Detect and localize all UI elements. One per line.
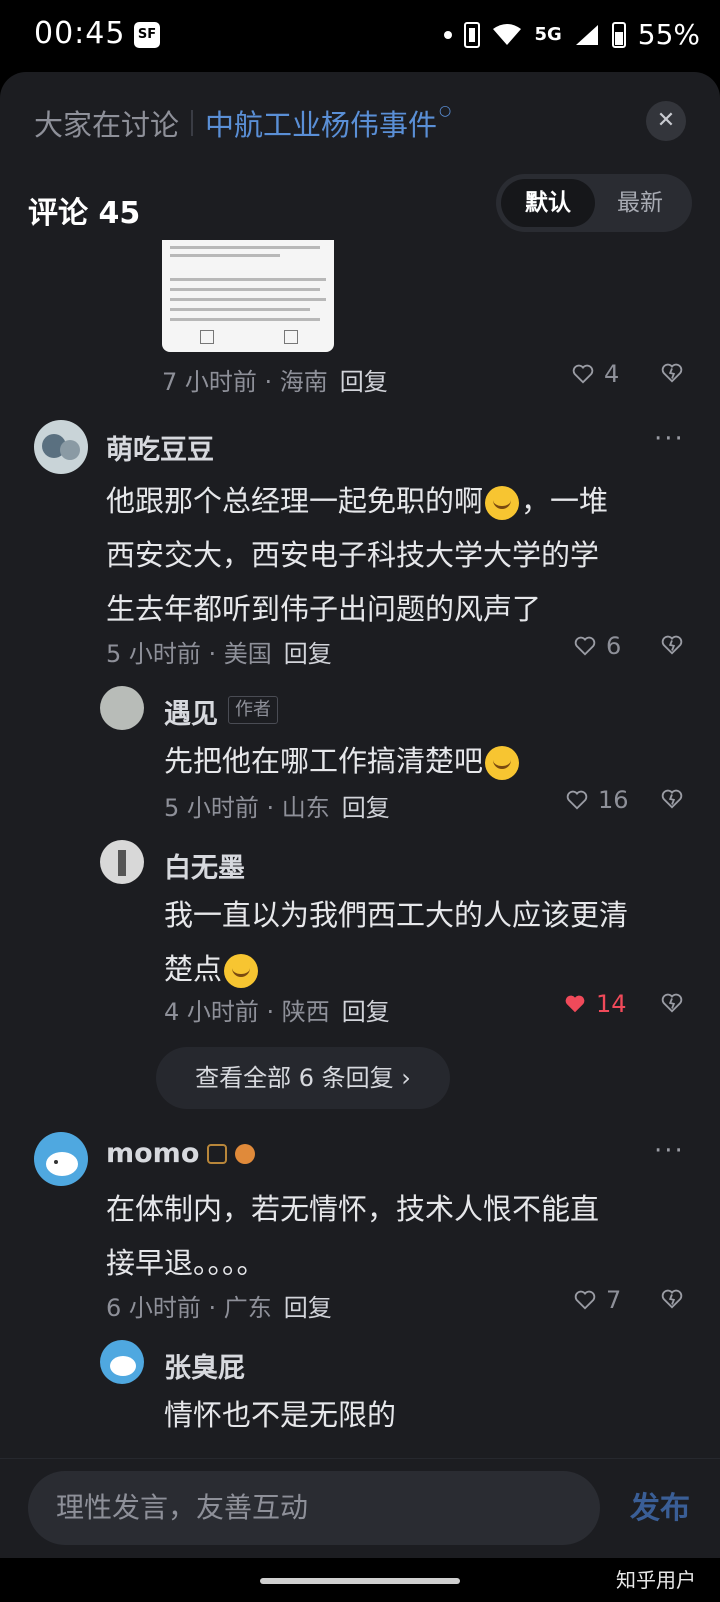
topic-bar[interactable]: 大家在讨论 中航工业杨伟事件 ○ (34, 102, 451, 144)
status-bar: 00:45 SF 5G 55% (0, 0, 720, 72)
like-count: 7 (606, 1286, 622, 1314)
heart-filled-icon (565, 995, 585, 1013)
reply-button[interactable]: 回复 (284, 1294, 332, 1322)
crying-laughing-emoji-icon (224, 954, 259, 988)
reply-text: 我一直以为我們西工大的人应该更清 楚点 (164, 898, 629, 988)
more-options-icon[interactable]: ··· (654, 1136, 685, 1166)
battery-icon (611, 21, 626, 48)
avatar[interactable] (34, 1132, 88, 1186)
heart-icon (574, 1290, 596, 1310)
reply-meta: 4 小时前 · 陕西 回复 (164, 998, 390, 1026)
more-options-icon[interactable]: ··· (654, 424, 685, 454)
home-gesture-handle[interactable] (260, 1578, 460, 1584)
reply-button[interactable]: 回复 (340, 368, 388, 396)
like-count: 4 (604, 360, 620, 388)
comment-username[interactable]: 萌吃豆豆 (106, 428, 214, 467)
heart-icon (572, 364, 594, 384)
dislike-icon[interactable] (661, 788, 683, 810)
home-icon (200, 330, 214, 344)
view-all-replies-button[interactable]: 查看全部 6 条回复 › (156, 1047, 450, 1109)
comment-username[interactable]: momo (106, 1138, 199, 1169)
topic-link[interactable]: 中航工业杨伟事件 (205, 102, 437, 144)
signal-icon (575, 24, 598, 45)
reply-text: 情怀也不是无限的 (164, 1398, 397, 1432)
sort-latest-button[interactable]: 最新 (593, 179, 687, 227)
avatar[interactable] (100, 840, 144, 884)
like-count: 16 (598, 786, 629, 814)
topic-prefix: 大家在讨论 (34, 108, 180, 142)
reply-username[interactable]: 白无墨 (164, 846, 245, 885)
like-count: 14 (596, 990, 627, 1018)
like-button[interactable]: 6 (574, 632, 621, 660)
heart-icon (566, 790, 588, 810)
reply-username[interactable]: 张臭屁 (164, 1346, 245, 1385)
search-icon: ○ (439, 103, 452, 119)
rofl-emoji-icon (485, 746, 520, 780)
like-button[interactable]: 7 (574, 1286, 621, 1314)
notification-dot-icon (444, 30, 453, 39)
comment-input-bar: 理性发言，友善互动 发布 (0, 1458, 720, 1559)
close-button[interactable]: ✕ (646, 101, 686, 141)
dislike-icon[interactable] (661, 634, 683, 656)
dislike-icon[interactable] (661, 992, 683, 1014)
comment-input[interactable]: 理性发言，友善互动 (28, 1471, 600, 1545)
wifi-icon (493, 23, 522, 45)
dislike-icon[interactable] (661, 1288, 683, 1310)
avatar[interactable] (100, 686, 144, 730)
rofl-emoji-icon (485, 486, 520, 520)
reply-text: 先把他在哪工作搞清楚吧 (164, 734, 521, 788)
avatar[interactable] (34, 420, 88, 474)
comment-text: 在体制内，若无情怀，技术人恨不能直 接早退。。。。 (106, 1192, 600, 1280)
like-button[interactable]: 4 (572, 360, 619, 388)
share-icon (284, 330, 298, 344)
watermark: 知乎用户 (616, 1568, 696, 1592)
comment-meta: 6 小时前 · 广东 回复 (106, 1294, 332, 1322)
like-button[interactable]: 14 (564, 990, 627, 1018)
navigation-bar: 知乎用户 (0, 1558, 720, 1602)
topic-divider (191, 110, 194, 136)
sim-icon (464, 21, 481, 48)
comment-username-row[interactable]: momo (106, 1138, 256, 1169)
comment-image[interactable] (162, 240, 334, 352)
reply-username[interactable]: 遇见 (164, 692, 218, 731)
author-badge: 作者 (228, 696, 278, 724)
comments-sheet: 大家在讨论 中航工业杨伟事件 ○ ✕ 评论 45 默认 最新 7 小时前 · 海… (0, 72, 720, 1530)
heart-icon (574, 636, 596, 656)
publish-button[interactable]: 发布 (630, 1483, 690, 1527)
network-type: 5G (534, 24, 562, 45)
like-button[interactable]: 16 (566, 786, 629, 814)
battery-percent: 55% (637, 18, 700, 51)
reply-button[interactable]: 回复 (284, 640, 332, 668)
like-count: 6 (606, 632, 622, 660)
avatar[interactable] (100, 1340, 144, 1384)
comment-meta: 7 小时前 · 海南 回复 (162, 368, 388, 396)
close-icon: ✕ (656, 108, 676, 133)
sort-default-button[interactable]: 默认 (501, 179, 595, 227)
comment-meta: 5 小时前 · 美国 回复 (106, 640, 332, 668)
status-time: 00:45 (34, 16, 126, 51)
comments-count-title: 评论 45 (28, 196, 141, 231)
dislike-icon[interactable] (661, 362, 683, 384)
comment-text: 他跟那个总经理一起免职的啊 ，一堆 西安交大，西安电子科技大学大学的学 生去年都听… (106, 484, 609, 626)
medal-badge-icon (235, 1143, 256, 1164)
reply-button[interactable]: 回复 (342, 794, 390, 822)
reply-meta: 5 小时前 · 山东 回复 (164, 794, 390, 822)
reply-button[interactable]: 回复 (342, 998, 390, 1026)
sort-toggle: 默认 最新 (496, 174, 692, 232)
crown-badge-icon (207, 1143, 228, 1164)
sf-badge-icon: SF (134, 22, 160, 48)
